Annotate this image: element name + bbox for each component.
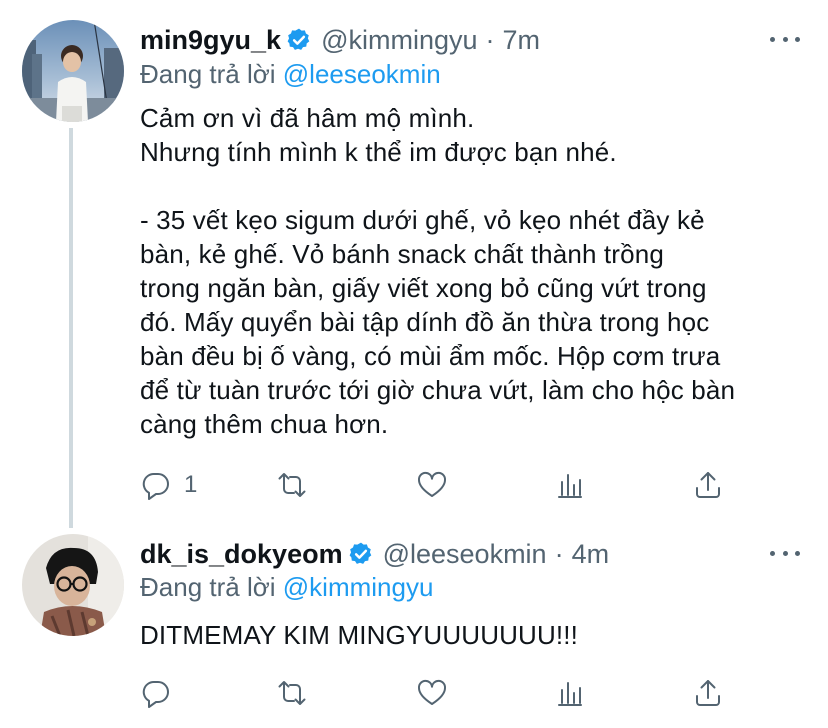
reply-button[interactable]: 1 <box>140 465 197 505</box>
tweet-text: Cảm ơn vì đã hâm mộ mình. Nhưng tính mìn… <box>140 103 736 439</box>
retweet-icon <box>278 473 306 497</box>
tweet-text: DITMEMAY KIM MINGYUUUUUUU!!! <box>140 620 579 650</box>
reply-icon <box>142 472 169 500</box>
display-name[interactable]: min9gyu_k <box>140 24 281 56</box>
analytics-icon <box>558 682 582 706</box>
replying-prefix: Đang trả lời <box>140 59 283 89</box>
display-name[interactable]: dk_is_dokyeom <box>140 538 343 570</box>
tweet-1: min9gyu_k @kimmingyu · 7m Đang trả lời @… <box>0 0 828 528</box>
more-options-icon[interactable] <box>770 34 800 44</box>
like-icon <box>418 679 446 705</box>
user-handle[interactable]: @kimmingyu <box>321 24 477 56</box>
timestamp[interactable]: 4m <box>572 538 610 570</box>
timestamp[interactable]: 7m <box>503 24 541 56</box>
separator-dot: · <box>485 25 495 55</box>
tweet-header: min9gyu_k @kimmingyu · 7m <box>140 24 540 56</box>
reply-button[interactable] <box>140 673 184 713</box>
replying-prefix: Đang trả lời <box>140 572 283 602</box>
tweet-2: dk_is_dokyeom @leeseokmin · 4m Đang trả … <box>0 528 828 728</box>
like-button[interactable] <box>416 673 448 713</box>
share-icon <box>696 680 720 706</box>
verified-badge-icon <box>349 542 371 564</box>
avatar[interactable] <box>22 534 124 636</box>
replying-mention-link[interactable]: @leeseokmin <box>283 59 441 89</box>
like-button[interactable] <box>416 465 448 505</box>
more-options-icon[interactable] <box>770 548 800 558</box>
user-handle[interactable]: @leeseokmin <box>383 538 547 570</box>
retweet-button[interactable] <box>276 673 308 713</box>
tweet-actions: 1 <box>140 465 740 505</box>
replying-mention-link[interactable]: @kimmingyu <box>283 572 434 602</box>
share-button[interactable] <box>692 673 724 713</box>
reply-icon <box>142 680 169 708</box>
retweet-icon <box>278 681 306 705</box>
analytics-button[interactable] <box>554 465 586 505</box>
analytics-button[interactable] <box>554 673 586 713</box>
share-button[interactable] <box>692 465 724 505</box>
verified-badge-icon <box>287 28 310 50</box>
reply-count: 1 <box>184 471 198 498</box>
tweet-actions <box>140 673 740 713</box>
retweet-button[interactable] <box>276 465 308 505</box>
like-icon <box>418 471 446 497</box>
analytics-icon <box>558 474 582 498</box>
tweet-header: dk_is_dokyeom @leeseokmin · 4m <box>140 538 609 570</box>
avatar[interactable] <box>22 20 124 122</box>
separator-dot: · <box>554 539 564 569</box>
replying-to: Đang trả lời @kimmingyu <box>140 571 433 603</box>
share-icon <box>696 472 720 498</box>
replying-to: Đang trả lời @leeseokmin <box>140 58 441 90</box>
